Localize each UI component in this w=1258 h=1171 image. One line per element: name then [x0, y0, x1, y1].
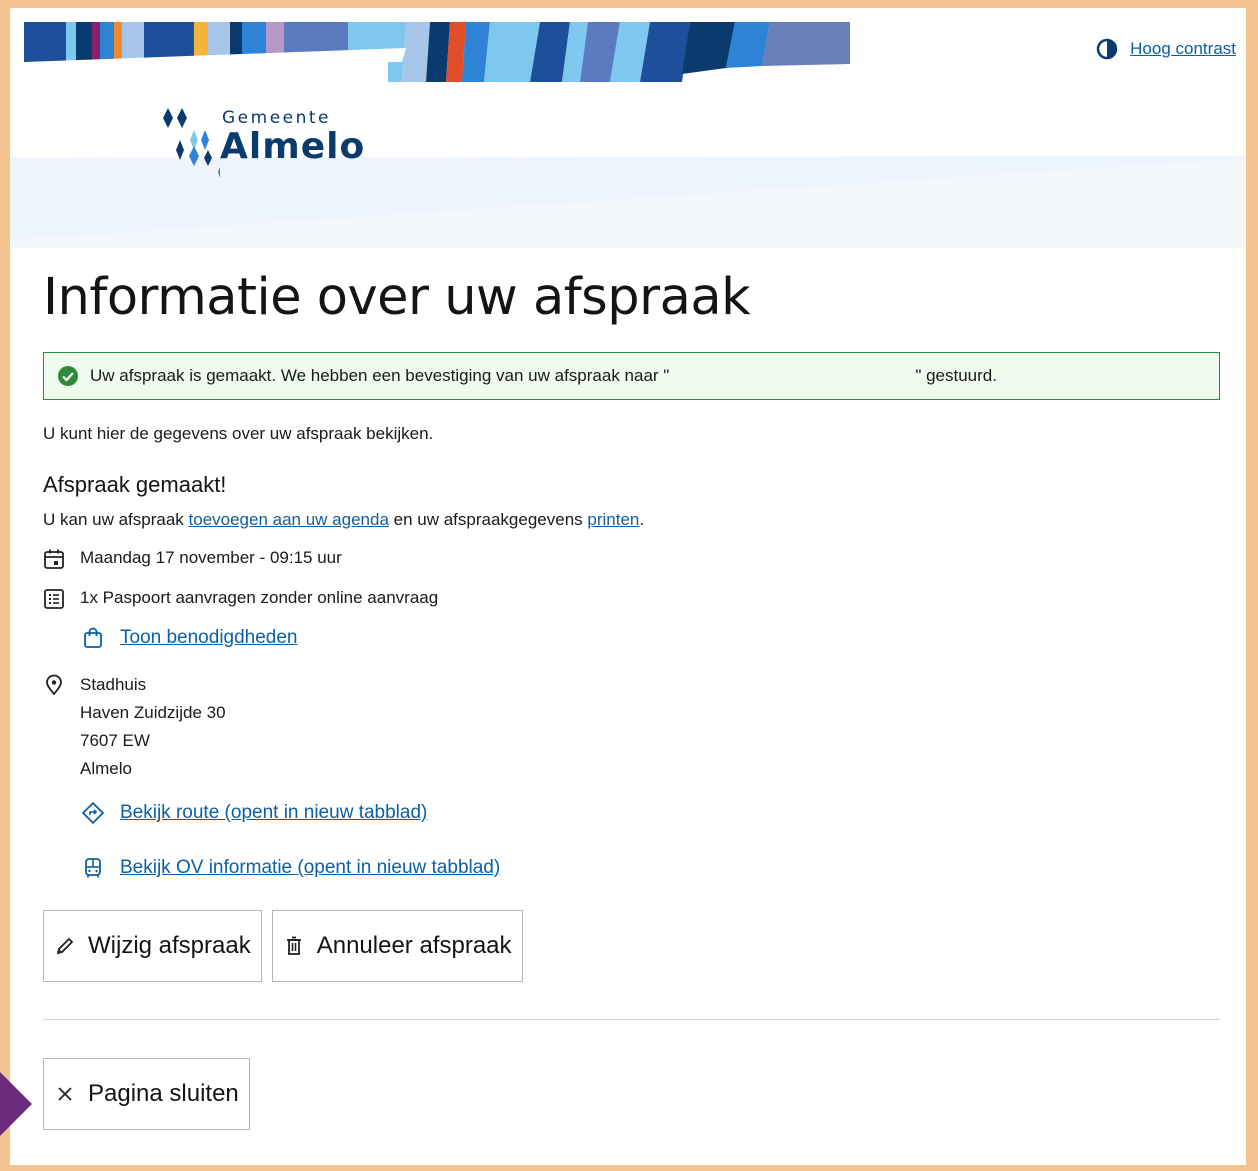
address-block: Stadhuis Haven Zuidzijde 30 7607 EW Alme…	[80, 671, 226, 783]
action-buttons: Wijzig afspraak Annuleer afspraak	[43, 910, 1220, 982]
agenda-text-2: en uw afspraakgegevens	[388, 510, 588, 529]
address-city: Almelo	[80, 759, 132, 778]
contrast-link[interactable]: Hoog contrast	[1130, 39, 1236, 59]
close-icon	[58, 1087, 72, 1101]
divider	[43, 1019, 1220, 1020]
contrast-icon	[1096, 38, 1118, 60]
page-frame: Hoog contrast Gemeente Almelo Informatie…	[10, 8, 1246, 1165]
route-icon	[81, 801, 105, 825]
alert-text-prefix: Uw afspraak is gemaakt. We hebben een be…	[90, 366, 670, 385]
trash-icon	[286, 936, 301, 955]
success-alert: Uw afspraak is gemaakt. We hebben een be…	[43, 352, 1220, 400]
requirements-link[interactable]: Toon benodigdheden	[120, 627, 298, 649]
shopping-bag-icon	[84, 627, 102, 648]
cancel-appointment-label: Annuleer afspraak	[316, 932, 512, 959]
appointment-datetime: Maandag 17 november - 09:15 uur	[43, 548, 1220, 570]
close-page-label: Pagina sluiten	[88, 1080, 239, 1107]
intro-text: U kunt hier de gegevens over uw afspraak…	[43, 424, 434, 443]
check-circle-icon	[58, 366, 78, 386]
logo-mark-icon	[163, 108, 220, 178]
bus-icon	[85, 858, 101, 878]
add-to-calendar-link[interactable]: toevoegen aan uw agenda	[189, 510, 389, 529]
agenda-line: U kan uw afspraak toevoegen aan uw agend…	[43, 510, 1220, 530]
route-row[interactable]: Bekijk route (opent in nieuw tabblad)	[81, 801, 1220, 825]
datetime-text: Maandag 17 november - 09:15 uur	[80, 548, 342, 567]
product-text: 1x Paspoort aanvragen zonder online aanv…	[80, 588, 439, 607]
page-title: Informatie over uw afspraak	[43, 268, 751, 327]
edit-appointment-label: Wijzig afspraak	[88, 932, 251, 959]
appointment-product: 1x Paspoort aanvragen zonder online aanv…	[43, 588, 1220, 610]
agenda-text-1: U kan uw afspraak	[43, 510, 189, 529]
print-link[interactable]: printen	[587, 510, 639, 529]
ov-row[interactable]: Bekijk OV informatie (opent in nieuw tab…	[81, 856, 1220, 880]
calendar-icon	[44, 549, 64, 569]
cancel-appointment-button[interactable]: Annuleer afspraak	[271, 910, 523, 982]
address-street: Haven Zuidzijde 30	[80, 703, 226, 722]
contrast-toggle[interactable]: Hoog contrast	[1096, 38, 1236, 60]
pencil-icon	[56, 937, 74, 955]
pointer-marker	[0, 1072, 32, 1136]
logo[interactable]: Gemeente Almelo	[160, 106, 400, 186]
alert-text-suffix: " gestuurd.	[915, 366, 997, 385]
route-link[interactable]: Bekijk route (opent in nieuw tabblad)	[120, 802, 427, 824]
ov-link[interactable]: Bekijk OV informatie (opent in nieuw tab…	[120, 857, 500, 879]
edit-appointment-button[interactable]: Wijzig afspraak	[43, 910, 262, 982]
address-name: Stadhuis	[80, 675, 147, 694]
close-page-button[interactable]: Pagina sluiten	[43, 1058, 250, 1130]
location-pin-icon	[46, 674, 62, 696]
section-heading: Afspraak gemaakt!	[43, 472, 227, 497]
main-content: Informatie over uw afspraak Uw afspraak …	[43, 248, 1220, 1130]
address-postcode: 7607 EW	[80, 731, 150, 750]
logo-subtitle: Gemeente	[222, 108, 332, 128]
requirements-row[interactable]: Toon benodigdheden	[81, 626, 1220, 650]
list-icon	[44, 589, 64, 609]
logo-title: Almelo	[220, 126, 366, 167]
location: Stadhuis Haven Zuidzijde 30 7607 EW Alme…	[43, 674, 1220, 783]
agenda-text-3: .	[639, 510, 645, 529]
